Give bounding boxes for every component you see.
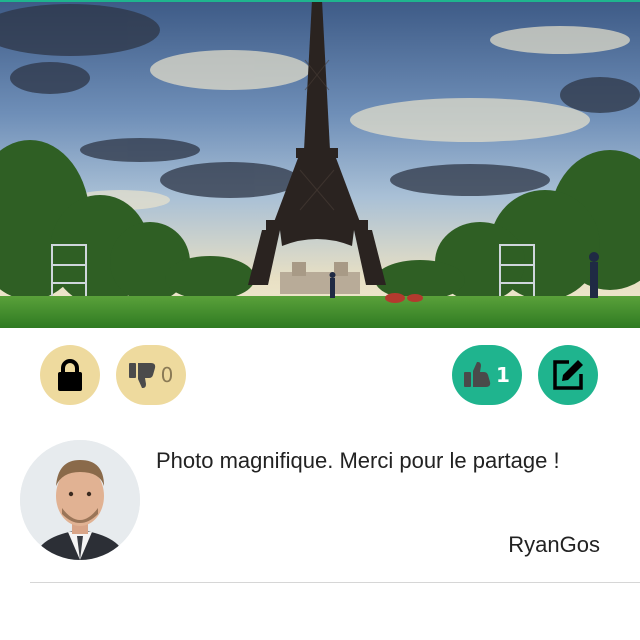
like-count: 1 [496,363,510,387]
like-button[interactable]: 1 [452,345,522,405]
thumbs-up-icon [464,362,491,387]
thumbs-down-icon [128,363,155,388]
dislike-button[interactable]: 0 [116,345,186,405]
avatar[interactable] [20,440,140,560]
comment-text: Photo magnifique. Merci pour le partage … [156,448,560,473]
lock-button[interactable] [40,345,100,405]
photo-detail-screen: 0 1 Photo magnifique. Merci pour le part… [0,0,640,640]
comment-author[interactable]: RyanGos [508,532,600,558]
divider [30,582,640,583]
top-accent-bar [0,0,640,2]
user-avatar [20,440,140,560]
photo-image[interactable] [0,0,640,328]
edit-icon [553,360,583,390]
dislike-count: 0 [160,363,174,387]
lock-icon [58,359,82,391]
edit-button[interactable] [538,345,598,405]
